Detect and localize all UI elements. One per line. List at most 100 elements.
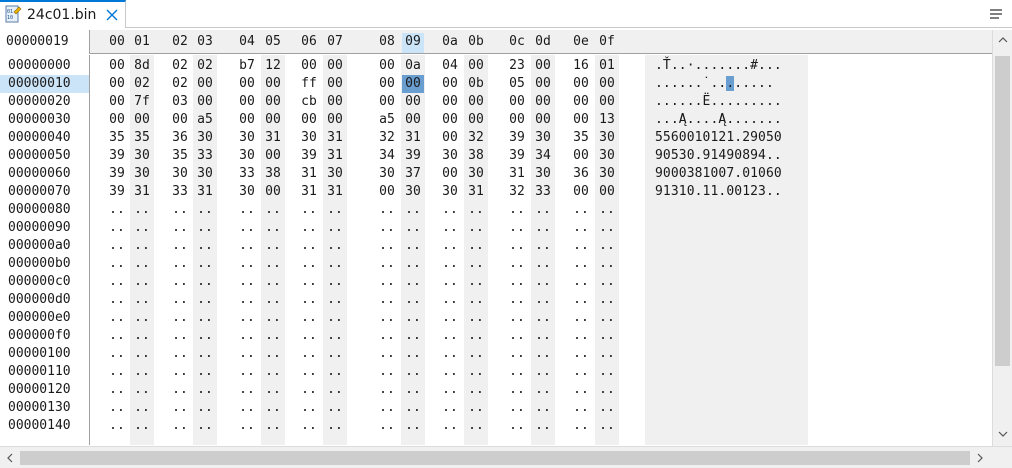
byte-cell[interactable]: 30 bbox=[402, 183, 424, 201]
byte-cell[interactable]: 31 bbox=[402, 129, 424, 147]
byte-cell[interactable]: 00 bbox=[106, 111, 128, 129]
scroll-down-icon[interactable] bbox=[997, 428, 1009, 440]
byte-cell[interactable]: .. bbox=[376, 417, 398, 435]
byte-cell[interactable]: 00 bbox=[439, 129, 461, 147]
byte-cell[interactable]: 32 bbox=[376, 129, 398, 147]
byte-cell[interactable]: 30 bbox=[236, 129, 258, 147]
ascii-row[interactable]: 91310.11.00123.. bbox=[655, 183, 782, 201]
byte-cell[interactable]: 34 bbox=[532, 147, 554, 165]
byte-cell[interactable]: .. bbox=[506, 273, 528, 291]
column-header-06[interactable]: 06 bbox=[298, 33, 320, 53]
byte-cell[interactable]: 00 bbox=[570, 111, 592, 129]
byte-cell[interactable]: 30 bbox=[596, 165, 618, 183]
byte-cell[interactable]: 00 bbox=[262, 75, 284, 93]
byte-cell[interactable]: .. bbox=[532, 291, 554, 309]
byte-cell[interactable]: .. bbox=[439, 309, 461, 327]
byte-cell[interactable]: 30 bbox=[194, 129, 216, 147]
byte-cell[interactable]: .. bbox=[131, 273, 153, 291]
byte-cell[interactable]: 30 bbox=[376, 165, 398, 183]
byte-cell[interactable]: .. bbox=[106, 237, 128, 255]
scroll-left-icon[interactable] bbox=[4, 452, 16, 464]
byte-cell[interactable]: .. bbox=[298, 363, 320, 381]
byte-cell[interactable]: .. bbox=[506, 417, 528, 435]
byte-cell[interactable]: .. bbox=[298, 237, 320, 255]
byte-cell[interactable]: 00 bbox=[236, 75, 258, 93]
byte-cell[interactable]: 30 bbox=[596, 147, 618, 165]
byte-cell[interactable]: 00 bbox=[596, 75, 618, 93]
byte-cell[interactable]: .. bbox=[169, 345, 191, 363]
byte-cell[interactable]: .. bbox=[506, 345, 528, 363]
byte-cell[interactable]: .. bbox=[194, 237, 216, 255]
ascii-row[interactable]: ......˙........ bbox=[655, 75, 774, 93]
byte-cell[interactable]: .. bbox=[402, 309, 424, 327]
byte-cell[interactable]: .. bbox=[596, 327, 618, 345]
byte-cell[interactable]: 00 bbox=[376, 75, 398, 93]
byte-cell[interactable]: .. bbox=[570, 291, 592, 309]
byte-cell[interactable]: 00 bbox=[324, 57, 346, 75]
byte-cell[interactable]: .. bbox=[194, 219, 216, 237]
byte-cell[interactable]: .. bbox=[194, 381, 216, 399]
byte-cell[interactable]: 00 bbox=[402, 75, 424, 93]
byte-cell[interactable]: 31 bbox=[324, 183, 346, 201]
byte-cell[interactable]: 30 bbox=[532, 165, 554, 183]
byte-cell[interactable]: .. bbox=[532, 363, 554, 381]
byte-cell[interactable]: .. bbox=[131, 309, 153, 327]
byte-cell[interactable]: 00 bbox=[194, 75, 216, 93]
byte-cell[interactable]: 00 bbox=[532, 75, 554, 93]
column-header-0b[interactable]: 0b bbox=[465, 33, 487, 53]
byte-cell[interactable]: .. bbox=[324, 417, 346, 435]
byte-cell[interactable]: .. bbox=[169, 273, 191, 291]
byte-cell[interactable]: .. bbox=[298, 219, 320, 237]
byte-cell[interactable]: 00 bbox=[262, 111, 284, 129]
byte-cell[interactable]: .. bbox=[131, 363, 153, 381]
byte-cell[interactable]: 39 bbox=[106, 147, 128, 165]
byte-cell[interactable]: .. bbox=[570, 399, 592, 417]
byte-cell[interactable]: 00 bbox=[236, 111, 258, 129]
byte-cell[interactable]: .. bbox=[106, 219, 128, 237]
byte-cell[interactable]: .. bbox=[236, 363, 258, 381]
byte-cell[interactable]: 31 bbox=[465, 183, 487, 201]
byte-cell[interactable]: 00 bbox=[262, 93, 284, 111]
byte-cell[interactable]: .. bbox=[596, 219, 618, 237]
byte-cell[interactable]: .. bbox=[439, 381, 461, 399]
byte-cell[interactable]: 30 bbox=[532, 129, 554, 147]
byte-cell[interactable]: .. bbox=[106, 291, 128, 309]
byte-cell[interactable]: 37 bbox=[402, 165, 424, 183]
byte-cell[interactable]: .. bbox=[262, 237, 284, 255]
byte-cell[interactable]: a5 bbox=[194, 111, 216, 129]
byte-cell[interactable]: .. bbox=[262, 273, 284, 291]
byte-cell[interactable]: 39 bbox=[402, 147, 424, 165]
byte-cell[interactable]: .. bbox=[532, 399, 554, 417]
column-header-02[interactable]: 02 bbox=[169, 33, 191, 53]
byte-cell[interactable]: .. bbox=[439, 417, 461, 435]
byte-cell[interactable]: .. bbox=[106, 381, 128, 399]
byte-cell[interactable]: .. bbox=[262, 219, 284, 237]
byte-cell[interactable]: .. bbox=[298, 273, 320, 291]
byte-cell[interactable]: 12 bbox=[262, 57, 284, 75]
byte-cell[interactable]: .. bbox=[131, 219, 153, 237]
byte-cell[interactable]: .. bbox=[194, 309, 216, 327]
byte-cell[interactable]: 39 bbox=[506, 147, 528, 165]
byte-cell[interactable]: .. bbox=[194, 345, 216, 363]
ascii-row[interactable]: 9000381007.01060 bbox=[655, 165, 782, 183]
byte-cell[interactable]: .. bbox=[169, 399, 191, 417]
byte-cell[interactable]: .. bbox=[376, 327, 398, 345]
byte-cell[interactable]: .. bbox=[106, 345, 128, 363]
byte-cell[interactable]: .. bbox=[106, 417, 128, 435]
byte-cell[interactable]: .. bbox=[376, 363, 398, 381]
column-header-01[interactable]: 01 bbox=[131, 33, 153, 53]
byte-cell[interactable]: .. bbox=[262, 363, 284, 381]
byte-cell[interactable]: .. bbox=[262, 201, 284, 219]
byte-cell[interactable]: .. bbox=[570, 237, 592, 255]
byte-cell[interactable]: .. bbox=[532, 417, 554, 435]
byte-cell[interactable]: .. bbox=[194, 273, 216, 291]
byte-cell[interactable]: 00 bbox=[532, 93, 554, 111]
byte-cell[interactable]: 00 bbox=[131, 111, 153, 129]
byte-cell[interactable]: .. bbox=[376, 381, 398, 399]
byte-cell[interactable]: 05 bbox=[506, 75, 528, 93]
byte-cell[interactable]: 00 bbox=[262, 183, 284, 201]
byte-cell[interactable]: .. bbox=[169, 417, 191, 435]
byte-cell[interactable]: 39 bbox=[506, 129, 528, 147]
column-header-0a[interactable]: 0a bbox=[439, 33, 461, 53]
byte-cell[interactable]: .. bbox=[465, 273, 487, 291]
